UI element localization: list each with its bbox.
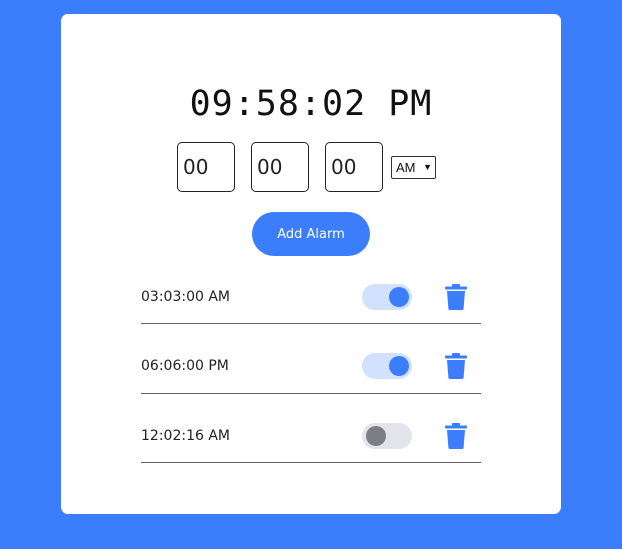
seconds-input[interactable]: [325, 142, 383, 192]
toggle-knob: [389, 287, 409, 307]
alarm-card: 09:58:02 PM AM ▼ Add Alarm 03:03:00 AM 0…: [61, 14, 561, 514]
alarm-toggle[interactable]: [362, 423, 412, 449]
alarm-time-inputs: AM ▼: [177, 142, 436, 192]
alarm-toggle[interactable]: [362, 284, 412, 310]
hours-input[interactable]: [177, 142, 235, 192]
ampm-selected-value: AM: [396, 159, 416, 175]
trash-icon[interactable]: [445, 423, 467, 449]
alarm-item: 06:06:00 PM: [141, 325, 481, 394]
alarm-item: 12:02:16 AM: [141, 394, 481, 463]
toggle-knob: [389, 356, 409, 376]
trash-icon[interactable]: [445, 353, 467, 379]
chevron-down-icon: ▼: [423, 162, 432, 172]
alarm-time: 12:02:16 AM: [141, 428, 230, 444]
alarm-item: 03:03:00 AM: [141, 255, 481, 324]
toggle-knob: [366, 426, 386, 446]
alarm-time: 03:03:00 AM: [141, 289, 230, 305]
alarm-toggle[interactable]: [362, 353, 412, 379]
current-time-display: 09:58:02 PM: [189, 84, 433, 124]
trash-icon[interactable]: [445, 284, 467, 310]
ampm-select[interactable]: AM ▼: [391, 155, 436, 179]
minutes-input[interactable]: [251, 142, 309, 192]
alarm-time: 06:06:00 PM: [141, 358, 229, 374]
add-alarm-button[interactable]: Add Alarm: [252, 212, 370, 256]
